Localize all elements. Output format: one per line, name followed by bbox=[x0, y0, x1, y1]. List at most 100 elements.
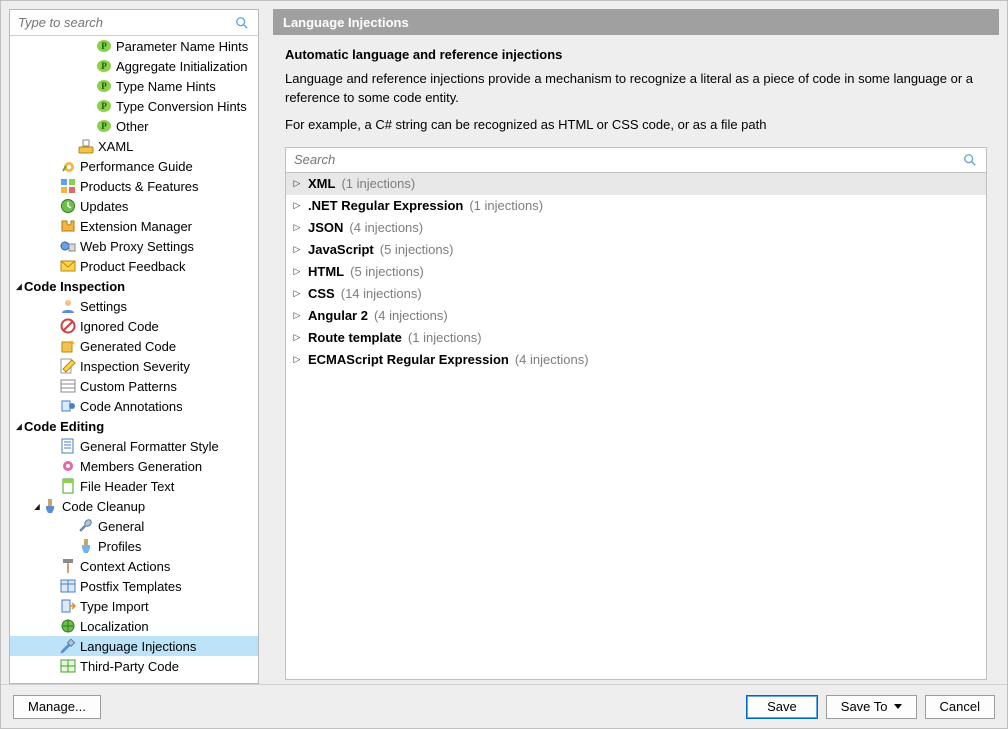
save-to-button[interactable]: Save To bbox=[826, 695, 917, 719]
tree-item-language-inj[interactable]: Language Injections bbox=[10, 636, 258, 656]
injection-row-angular-2[interactable]: ▷Angular 2(4 injections) bbox=[286, 305, 986, 327]
grid-blue-icon bbox=[60, 578, 76, 594]
tree-item-ignored-code[interactable]: Ignored Code bbox=[10, 316, 258, 336]
chevron-right-icon[interactable]: ▷ bbox=[292, 288, 302, 299]
search-icon[interactable] bbox=[962, 152, 978, 168]
tree-item-gen-formatter[interactable]: General Formatter Style bbox=[10, 436, 258, 456]
tree-item-members-gen[interactable]: Members Generation bbox=[10, 456, 258, 476]
injection-name: CSS bbox=[308, 286, 335, 301]
tree-item-third-party[interactable]: Third-Party Code bbox=[10, 656, 258, 676]
search-icon[interactable] bbox=[234, 15, 250, 31]
snail-icon bbox=[60, 158, 76, 174]
injection-row-css[interactable]: ▷CSS(14 injections) bbox=[286, 283, 986, 305]
tree-item-cc-profiles[interactable]: Profiles bbox=[10, 536, 258, 556]
tree-item-label: Performance Guide bbox=[80, 159, 193, 174]
tree-item-cc-general[interactable]: General bbox=[10, 516, 258, 536]
person-icon bbox=[60, 298, 76, 314]
sidebar-search-input[interactable] bbox=[16, 14, 234, 31]
injection-row-xml[interactable]: ▷ XML (1 injections) bbox=[286, 173, 986, 195]
chevron-right-icon[interactable]: ▷ bbox=[292, 266, 302, 277]
xaml-icon bbox=[78, 138, 94, 154]
chevron-right-icon[interactable]: ▷ bbox=[292, 354, 302, 365]
tree-item-insp-severity[interactable]: Inspection Severity bbox=[10, 356, 258, 376]
brush2-icon bbox=[78, 538, 94, 554]
tree-item-xaml[interactable]: XAML bbox=[10, 136, 258, 156]
tree-item-label: Third-Party Code bbox=[80, 659, 179, 674]
injection-row-route-template[interactable]: ▷Route template(1 injections) bbox=[286, 327, 986, 349]
tree-item-label: Type Name Hints bbox=[116, 79, 216, 94]
injection-row-ecmascript-regular-expression[interactable]: ▷ECMAScript Regular Expression(4 injecti… bbox=[286, 349, 986, 371]
tree-item-perf-guide[interactable]: Performance Guide bbox=[10, 156, 258, 176]
tree-item-custom-patterns[interactable]: Custom Patterns bbox=[10, 376, 258, 396]
chevron-right-icon[interactable]: ▷ bbox=[292, 244, 302, 255]
injection-row-javascript[interactable]: ▷JavaScript(5 injections) bbox=[286, 239, 986, 261]
tree-item-code-cleanup[interactable]: ◢Code Cleanup bbox=[10, 496, 258, 516]
tree-item-code-inspection[interactable]: ◢Code Inspection bbox=[10, 276, 258, 296]
tree-item-label: Code Annotations bbox=[80, 399, 183, 414]
svg-text:P: P bbox=[101, 81, 107, 91]
injection-name: JavaScript bbox=[308, 242, 374, 257]
chevron-right-icon[interactable]: ▷ bbox=[292, 222, 302, 233]
tree-item-label: Type Import bbox=[80, 599, 149, 614]
expand-arrow-icon[interactable]: ◢ bbox=[33, 502, 42, 511]
sidebar-search[interactable] bbox=[10, 10, 258, 36]
tree-item-label: Updates bbox=[80, 199, 128, 214]
chevron-right-icon[interactable]: ▷ bbox=[292, 178, 302, 189]
tree-item-type-name-hints[interactable]: P Type Name Hints bbox=[10, 76, 258, 96]
chevron-right-icon[interactable]: ▷ bbox=[292, 310, 302, 321]
injection-name: Angular 2 bbox=[308, 308, 368, 323]
tree-item-type-import[interactable]: Type Import bbox=[10, 596, 258, 616]
grid-icon bbox=[60, 378, 76, 394]
injection-row--net-regular-expression[interactable]: ▷.NET Regular Expression(1 injections) bbox=[286, 195, 986, 217]
expand-arrow-icon[interactable]: ◢ bbox=[15, 282, 24, 291]
chevron-right-icon[interactable]: ▷ bbox=[292, 200, 302, 211]
doc-green-icon bbox=[60, 478, 76, 494]
import-icon bbox=[60, 598, 76, 614]
cancel-button[interactable]: Cancel bbox=[925, 695, 995, 719]
injection-name: XML bbox=[308, 176, 335, 191]
tree-item-label: Settings bbox=[80, 299, 127, 314]
tree-item-file-header[interactable]: File Header Text bbox=[10, 476, 258, 496]
tree-item-ci-settings[interactable]: Settings bbox=[10, 296, 258, 316]
tree-item-label: XAML bbox=[98, 139, 133, 154]
tree-item-label: Other bbox=[116, 119, 149, 134]
brush-icon bbox=[42, 498, 58, 514]
tree-item-updates[interactable]: Updates bbox=[10, 196, 258, 216]
tree-item-feedback[interactable]: Product Feedback bbox=[10, 256, 258, 276]
wrench-icon bbox=[78, 518, 94, 534]
manage-button[interactable]: Manage... bbox=[13, 695, 101, 719]
save-button[interactable]: Save bbox=[746, 695, 818, 719]
tree-item-context-actions[interactable]: Context Actions bbox=[10, 556, 258, 576]
tree-item-products-features[interactable]: Products & Features bbox=[10, 176, 258, 196]
injection-row-json[interactable]: ▷JSON(4 injections) bbox=[286, 217, 986, 239]
expand-arrow-icon[interactable]: ◢ bbox=[15, 422, 24, 431]
injections-search[interactable] bbox=[285, 147, 987, 173]
tree-item-code-annotations[interactable]: Code Annotations bbox=[10, 396, 258, 416]
tree-item-other-hints[interactable]: POther bbox=[10, 116, 258, 136]
splitter[interactable] bbox=[267, 9, 273, 684]
tree-item-ext-manager[interactable]: Extension Manager bbox=[10, 216, 258, 236]
tree-item-type-conv-hints[interactable]: PType Conversion Hints bbox=[10, 96, 258, 116]
injections-search-input[interactable] bbox=[292, 151, 962, 168]
tree-item-label: Postfix Templates bbox=[80, 579, 182, 594]
injection-name: ECMAScript Regular Expression bbox=[308, 352, 509, 367]
envelope-icon bbox=[60, 258, 76, 274]
tree-item-param-hints[interactable]: PParameter Name Hints bbox=[10, 36, 258, 56]
tree-item-localization[interactable]: Localization bbox=[10, 616, 258, 636]
injection-count: (1 injections) bbox=[341, 176, 415, 191]
pill-p-icon: P bbox=[96, 98, 112, 114]
tree-item-label: Inspection Severity bbox=[80, 359, 190, 374]
settings-tree[interactable]: PParameter Name HintsPAggregate Initiali… bbox=[10, 36, 258, 683]
tree-item-web-proxy[interactable]: Web Proxy Settings bbox=[10, 236, 258, 256]
injection-row-html[interactable]: ▷HTML(5 injections) bbox=[286, 261, 986, 283]
injection-name: HTML bbox=[308, 264, 344, 279]
tree-item-code-editing[interactable]: ◢Code Editing bbox=[10, 416, 258, 436]
tree-item-label: Web Proxy Settings bbox=[80, 239, 194, 254]
tree-item-postfix-templates[interactable]: Postfix Templates bbox=[10, 576, 258, 596]
injections-list[interactable]: ▷ XML (1 injections) ▷.NET Regular Expressi… bbox=[285, 173, 987, 680]
tree-item-agg-init[interactable]: PAggregate Initialization bbox=[10, 56, 258, 76]
tree-item-generated-code[interactable]: Generated Code bbox=[10, 336, 258, 356]
content: Language Injections Automatic language a… bbox=[267, 9, 999, 684]
puzzle-icon bbox=[60, 218, 76, 234]
chevron-right-icon[interactable]: ▷ bbox=[292, 332, 302, 343]
